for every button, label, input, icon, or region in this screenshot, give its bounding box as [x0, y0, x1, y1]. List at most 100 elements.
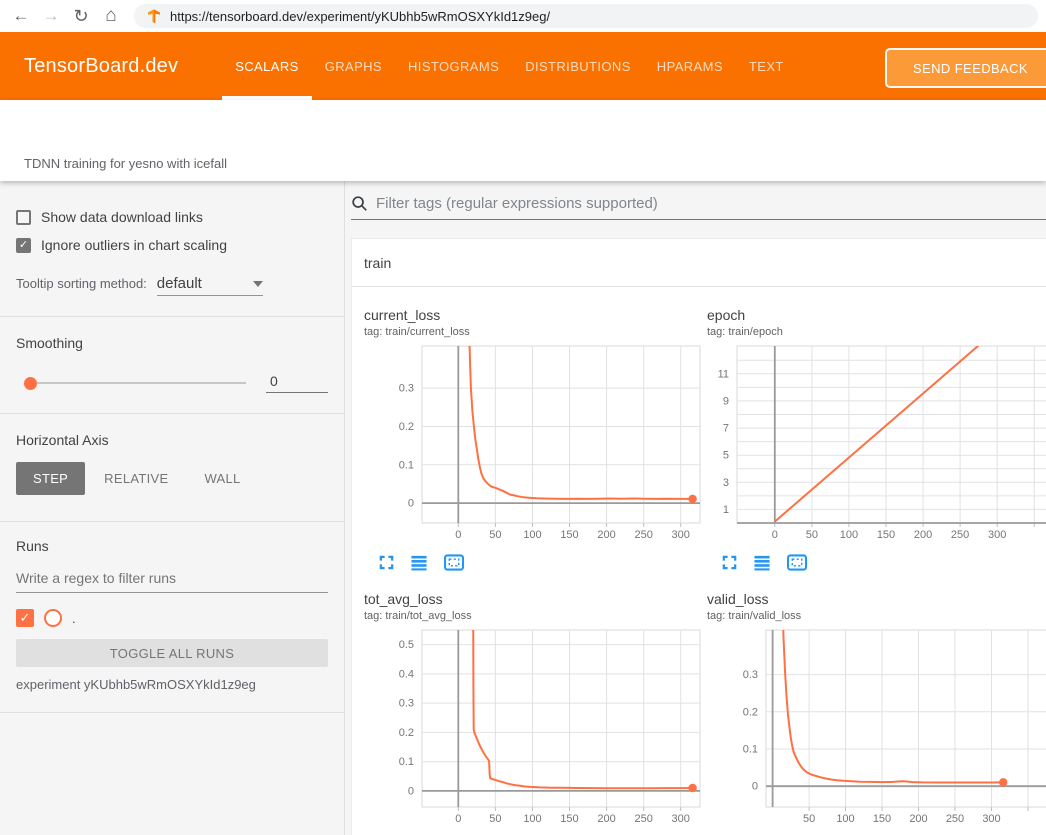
- runs-regex-input[interactable]: Write a regex to filter runs: [16, 570, 328, 593]
- svg-text:150: 150: [873, 813, 891, 825]
- svg-text:0: 0: [455, 529, 461, 541]
- svg-text:7: 7: [723, 423, 729, 435]
- svg-text:0: 0: [772, 529, 778, 541]
- send-feedback-button[interactable]: SEND FEEDBACK: [885, 48, 1046, 88]
- scalar-line-chart[interactable]: 1357911050100150200250300: [707, 342, 1046, 546]
- svg-text:0.3: 0.3: [743, 669, 758, 681]
- svg-text:0.1: 0.1: [399, 756, 414, 768]
- svg-text:150: 150: [877, 529, 895, 541]
- svg-text:250: 250: [951, 529, 969, 541]
- svg-text:200: 200: [597, 813, 615, 825]
- show-download-links-checkbox-row[interactable]: Show data download links: [16, 203, 328, 231]
- forward-icon[interactable]: →: [38, 3, 64, 29]
- svg-text:300: 300: [988, 529, 1006, 541]
- run-radio-icon[interactable]: [44, 609, 62, 627]
- app-header: TensorBoard.dev SCALARSGRAPHSHISTOGRAMSD…: [0, 32, 1046, 100]
- expand-icon[interactable]: [721, 554, 738, 571]
- tensorboard-favicon: [146, 8, 162, 24]
- search-icon: [351, 195, 368, 212]
- scalar-line-chart[interactable]: 00.10.20.3050100150200250300: [364, 342, 707, 546]
- tab-graphs[interactable]: GRAPHS: [312, 32, 395, 100]
- run-list-item[interactable]: ✓ .: [16, 609, 328, 627]
- ignore-outliers-checkbox-row[interactable]: ✓ Ignore outliers in chart scaling: [16, 231, 328, 259]
- reload-icon[interactable]: ↻: [68, 3, 94, 29]
- axis-button-wall[interactable]: WALL: [187, 462, 257, 495]
- tooltip-sorting-dropdown[interactable]: default: [157, 275, 263, 296]
- scalar-line-chart[interactable]: 00.10.20.30.40.5050100150200250300: [364, 626, 707, 830]
- svg-text:0: 0: [752, 781, 758, 793]
- svg-text:250: 250: [635, 529, 653, 541]
- chart-actions: [378, 554, 707, 571]
- experiment-bar: TDNN training for yesno with icefall: [0, 100, 1046, 181]
- chart-title: current_loss: [364, 307, 707, 324]
- checkbox-icon[interactable]: [16, 210, 31, 225]
- tag-group-card: train current_loss tag: train/current_lo…: [351, 238, 1046, 835]
- url-bar[interactable]: https://tensorboard.dev/experiment/yKUbh…: [134, 4, 1038, 28]
- tab-distributions[interactable]: DISTRIBUTIONS: [512, 32, 644, 100]
- home-icon[interactable]: ⌂: [98, 3, 124, 29]
- smoothing-label: Smoothing: [16, 335, 328, 351]
- svg-text:100: 100: [523, 813, 541, 825]
- svg-text:0: 0: [408, 785, 414, 797]
- tooltip-sorting-value: default: [157, 275, 202, 292]
- svg-text:5: 5: [723, 450, 729, 462]
- filter-tags-input[interactable]: Filter tags (regular expressions support…: [351, 195, 1046, 220]
- fit-domain-icon[interactable]: [443, 554, 465, 571]
- svg-text:0.2: 0.2: [399, 727, 414, 739]
- runs-table-icon[interactable]: [753, 554, 771, 571]
- tag-group-header[interactable]: train: [352, 239, 1046, 287]
- scalar-chart-card: current_loss tag: train/current_loss 0 0.…: [364, 307, 707, 571]
- svg-text:0: 0: [408, 498, 414, 510]
- checkbox-icon[interactable]: ✓: [16, 238, 31, 253]
- tab-scalars[interactable]: SCALARS: [222, 32, 312, 100]
- back-icon[interactable]: ←: [8, 3, 34, 29]
- chart-title: epoch: [707, 307, 1046, 324]
- filter-placeholder: Filter tags (regular expressions support…: [376, 195, 658, 212]
- smoothing-slider-track[interactable]: [37, 382, 246, 384]
- axis-button-step[interactable]: STEP: [16, 462, 85, 495]
- chart-actions: [721, 554, 1046, 571]
- svg-text:9: 9: [723, 395, 729, 407]
- divider: [0, 413, 344, 414]
- toggle-all-runs-button[interactable]: TOGGLE ALL RUNS: [16, 639, 328, 667]
- chevron-down-icon: [253, 281, 263, 287]
- tab-hparams[interactable]: HPARAMS: [644, 32, 736, 100]
- svg-text:200: 200: [909, 813, 927, 825]
- runs-label: Runs: [16, 538, 328, 554]
- checkbox-label: Show data download links: [41, 209, 203, 225]
- divider: [0, 712, 344, 713]
- scalar-chart-card: valid_loss tag: train/valid_loss 00.10.2…: [707, 591, 1046, 835]
- svg-text:0: 0: [455, 813, 461, 825]
- svg-text:50: 50: [806, 529, 818, 541]
- fit-domain-icon[interactable]: [786, 554, 808, 571]
- svg-text:300: 300: [672, 529, 690, 541]
- chart-tag: tag: train/current_loss: [364, 325, 707, 339]
- chart-title: valid_loss: [707, 591, 1046, 608]
- expand-icon[interactable]: [378, 554, 395, 571]
- svg-text:0.2: 0.2: [743, 706, 758, 718]
- run-checkbox[interactable]: ✓: [16, 609, 34, 627]
- scalars-dashboard: Filter tags (regular expressions support…: [345, 181, 1046, 835]
- settings-sidebar: Show data download links ✓ Ignore outlie…: [0, 181, 345, 835]
- svg-text:0.2: 0.2: [399, 421, 414, 433]
- axis-button-relative[interactable]: RELATIVE: [87, 462, 185, 495]
- smoothing-value-field[interactable]: 0: [266, 373, 328, 393]
- smoothing-slider-thumb[interactable]: [24, 377, 37, 390]
- scalar-line-chart[interactable]: 00.10.20.350100150200250300: [707, 626, 1046, 830]
- divider: [0, 316, 344, 317]
- svg-text:0.3: 0.3: [399, 698, 414, 710]
- checkbox-label: Ignore outliers in chart scaling: [41, 237, 227, 253]
- svg-text:50: 50: [489, 813, 501, 825]
- tab-histograms[interactable]: HISTOGRAMS: [395, 32, 512, 100]
- svg-text:250: 250: [635, 813, 653, 825]
- tab-text[interactable]: TEXT: [736, 32, 797, 100]
- svg-text:200: 200: [914, 529, 932, 541]
- chart-tag: tag: train/epoch: [707, 325, 1046, 339]
- url-text: https://tensorboard.dev/experiment/yKUbh…: [170, 9, 550, 24]
- horizontal-axis-buttons: STEPRELATIVEWALL: [16, 462, 328, 495]
- experiment-title: TDNN training for yesno with icefall: [24, 156, 227, 171]
- runs-table-icon[interactable]: [410, 554, 428, 571]
- svg-text:100: 100: [840, 529, 858, 541]
- chart-tag: tag: train/valid_loss: [707, 609, 1046, 623]
- svg-text:0.1: 0.1: [399, 459, 414, 471]
